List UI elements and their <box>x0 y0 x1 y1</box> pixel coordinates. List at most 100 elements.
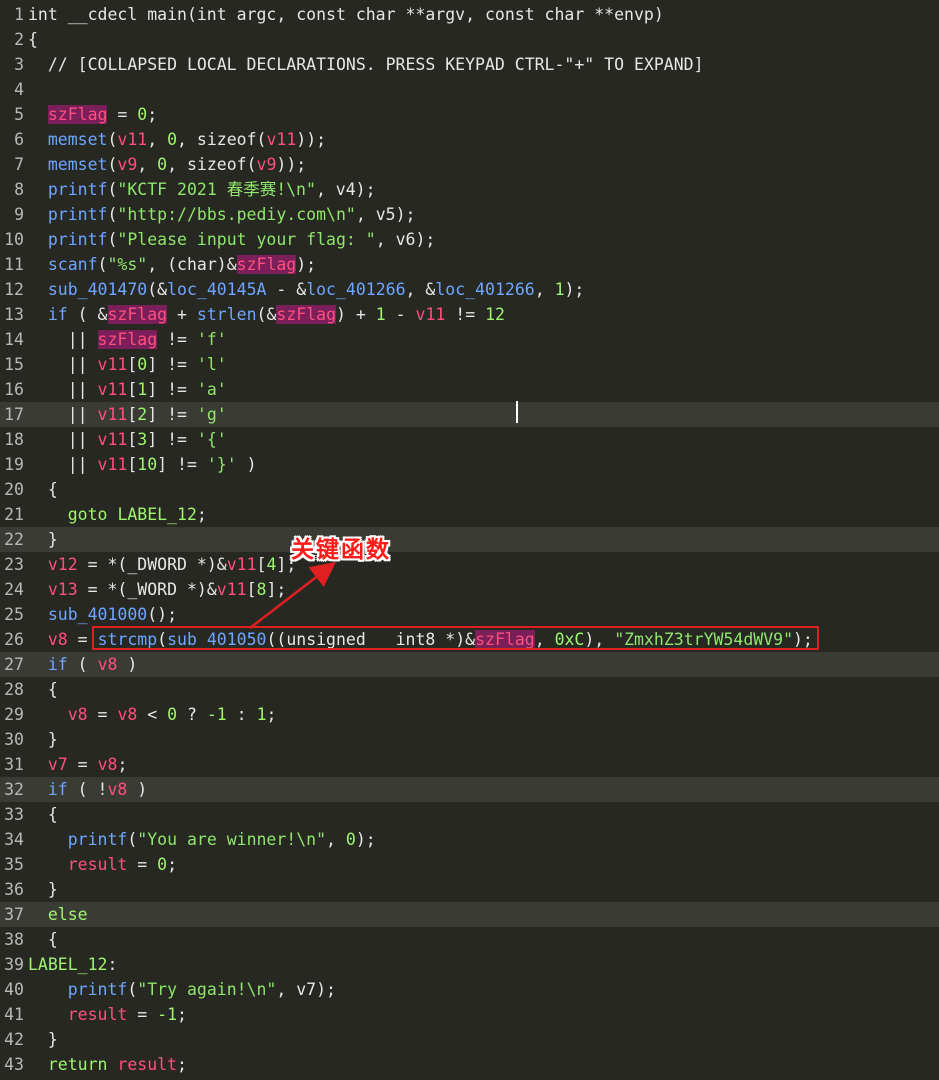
code-line[interactable]: 29 v8 = v8 < 0 ? -1 : 1; <box>0 702 939 727</box>
code-line[interactable]: 18 || v11[3] != '{' <box>0 427 939 452</box>
code-token: v11 <box>117 130 148 149</box>
code-line[interactable]: 30 } <box>0 727 939 752</box>
code-line[interactable]: 24 v13 = *(_WORD *)&v11[8]; <box>0 577 939 602</box>
code-token: 0 <box>157 155 168 174</box>
line-source: if ( &szFlag + strlen(&szFlag) + 1 - v11… <box>28 302 505 327</box>
line-number: 8 <box>14 180 24 199</box>
code-line[interactable]: 28 { <box>0 677 939 702</box>
code-line[interactable]: 39 LABEL_12: <box>0 952 939 977</box>
code-line[interactable]: 36 } <box>0 877 939 902</box>
code-line[interactable]: 23 v12 = *(_DWORD *)&v11[4]; <box>0 552 939 577</box>
code-token: = <box>87 705 118 724</box>
code-line[interactable]: 2{ <box>0 27 939 52</box>
code-line[interactable]: 6 memset(v11, 0, sizeof(v11)); <box>0 127 939 152</box>
code-token: ( & <box>67 305 108 324</box>
line-source: sub_401000(); <box>28 602 177 627</box>
line-source: { <box>28 677 58 702</box>
code-token: - & <box>266 280 307 299</box>
code-token: 0 <box>137 105 148 124</box>
line-number: 36 <box>4 880 24 899</box>
code-line[interactable]: 11 scanf("%s", (char)&szFlag); <box>0 252 939 277</box>
code-token: , v4); <box>315 180 376 199</box>
line-number: 11 <box>4 255 24 274</box>
code-line[interactable]: 38 { <box>0 927 939 952</box>
line-number: 42 <box>4 1030 24 1049</box>
code-line[interactable]: 32 if ( !v8 ) <box>0 777 939 802</box>
line-number: 32 <box>4 780 24 799</box>
text-cursor <box>516 401 518 423</box>
code-line[interactable]: 20 { <box>0 477 939 502</box>
code-line[interactable]: 8 printf("KCTF 2021 春季赛!\n", v4); <box>0 177 939 202</box>
code-line[interactable]: 31 v7 = v8; <box>0 752 939 777</box>
code-token: '{' <box>196 430 227 449</box>
code-line[interactable]: 34 printf("You are winner!\n", 0); <box>0 827 939 852</box>
code-token: (& <box>256 305 277 324</box>
code-token: ( <box>127 980 138 999</box>
annotation-highlight-box <box>92 626 819 650</box>
code-line[interactable]: 27 if ( v8 ) <box>0 652 939 677</box>
code-line[interactable]: 40 printf("Try again!\n", v7); <box>0 977 939 1002</box>
code-line[interactable]: 5 szFlag = 0; <box>0 102 939 127</box>
code-token: ) + <box>336 305 376 324</box>
code-token: , <box>137 155 158 174</box>
code-line[interactable]: 43 return result; <box>0 1052 939 1077</box>
code-token: 1 <box>375 305 386 324</box>
code-line[interactable]: 4 <box>0 77 939 102</box>
code-line[interactable]: 21 goto LABEL_12; <box>0 502 939 527</box>
code-token: v9 <box>256 155 277 174</box>
code-token: '}' <box>206 455 237 474</box>
line-source: || v11[2] != 'g' <box>28 402 227 427</box>
code-token: ? <box>177 705 207 724</box>
code-token: 0 <box>345 830 356 849</box>
code-line[interactable]: 12 sub_401470(&loc_40145A - &loc_401266,… <box>0 277 939 302</box>
code-line[interactable]: 15 || v11[0] != 'l' <box>0 352 939 377</box>
code-token: else <box>47 905 88 924</box>
code-line[interactable]: 33 { <box>0 802 939 827</box>
code-token: printf <box>47 180 108 199</box>
code-line[interactable]: 14 || szFlag != 'f' <box>0 327 939 352</box>
code-line[interactable]: 19 || v11[10] != '}' ) <box>0 452 939 477</box>
code-line[interactable]: 9 printf("http://bbs.pediy.com\n", v5); <box>0 202 939 227</box>
code-token: , (char)& <box>147 255 237 274</box>
code-line[interactable]: 25 sub_401000(); <box>0 602 939 627</box>
code-token: ] != <box>147 430 197 449</box>
code-line[interactable]: 10 printf("Please input your flag: ", v6… <box>0 227 939 252</box>
annotation-label: 关键函数 <box>291 537 391 563</box>
code-line[interactable]: 17 || v11[2] != 'g' <box>0 402 939 427</box>
code-token: v12 <box>47 555 78 574</box>
code-line[interactable]: 37 else <box>0 902 939 927</box>
code-line[interactable]: 1 int __cdecl main(int argc, const char *… <box>0 2 939 27</box>
code-line[interactable]: 42 } <box>0 1027 939 1052</box>
line-number: 18 <box>4 430 24 449</box>
code-line[interactable]: 22 } <box>0 527 939 552</box>
line-number: 19 <box>4 455 24 474</box>
code-token: 8 <box>256 580 267 599</box>
code-line[interactable]: 41 result = -1; <box>0 1002 939 1027</box>
line-source: v7 = v8; <box>28 752 128 777</box>
line-number: 30 <box>4 730 24 749</box>
code-token: = <box>107 105 138 124</box>
code-token: result <box>67 1005 128 1024</box>
code-token: ( <box>107 205 118 224</box>
code-token: ; <box>117 755 128 774</box>
code-token: ; <box>196 505 207 524</box>
code-token: if <box>47 305 68 324</box>
code-line[interactable]: 16 || v11[1] != 'a' <box>0 377 939 402</box>
code-token: scanf <box>47 255 98 274</box>
code-line[interactable]: 35 result = 0; <box>0 852 939 877</box>
code-token: : <box>226 705 257 724</box>
code-token: ; <box>177 1055 187 1074</box>
line-source: v12 = *(_DWORD *)&v11[4]; <box>28 552 296 577</box>
code-line[interactable]: 7 memset(v9, 0, sizeof(v9)); <box>0 152 939 177</box>
code-line[interactable]: 13 if ( &szFlag + strlen(&szFlag) + 1 - … <box>0 302 939 327</box>
line-number: 24 <box>4 580 24 599</box>
code-line[interactable]: 3 // [COLLAPSED LOCAL DECLARATIONS. PRES… <box>0 52 939 77</box>
